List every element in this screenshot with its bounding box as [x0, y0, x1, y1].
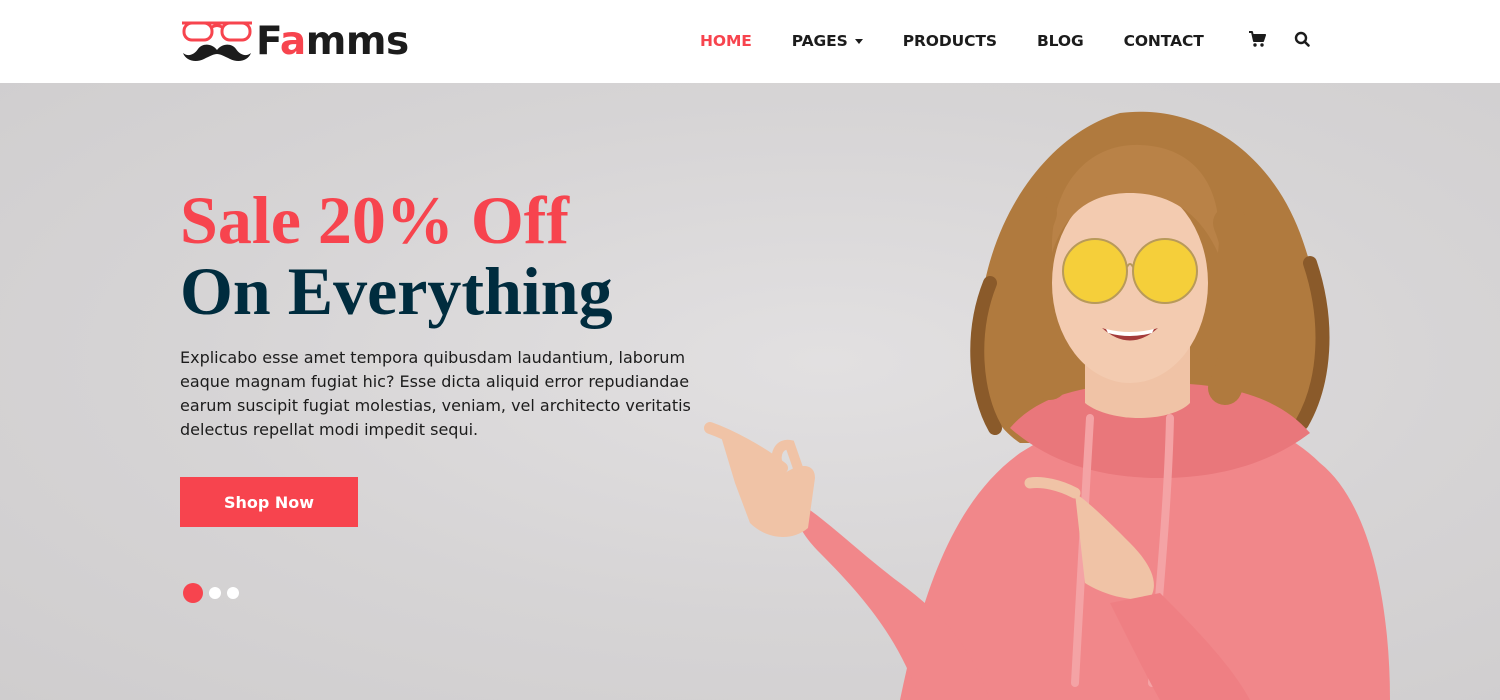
- brand-logo[interactable]: Famms: [180, 16, 440, 66]
- nav-products[interactable]: PRODUCTS: [903, 32, 997, 50]
- hero-title-sale: Sale 20% Off: [180, 182, 570, 258]
- search-icon[interactable]: [1294, 30, 1312, 53]
- shopping-cart-icon[interactable]: [1248, 30, 1266, 53]
- nav-pages[interactable]: PAGES: [792, 32, 863, 50]
- shop-now-button[interactable]: Shop Now: [180, 477, 358, 527]
- slider-indicators: [183, 583, 239, 603]
- nav-home[interactable]: HOME: [700, 32, 752, 50]
- brand-name: Famms: [256, 18, 409, 64]
- site-header: Famms HOME PAGES PRODUCTS BLOG CONTACT: [0, 0, 1500, 83]
- slider-dot-1[interactable]: [183, 583, 203, 603]
- main-nav: HOME PAGES PRODUCTS BLOG CONTACT: [700, 30, 1204, 52]
- slider-dot-3[interactable]: [227, 587, 239, 599]
- glasses-mustache-icon: [182, 21, 252, 61]
- hero-model-image: [704, 111, 1390, 700]
- hero-title-everything: On Everything: [180, 253, 613, 329]
- hero-slider: Sale 20% Off On Everything Explicabo ess…: [0, 83, 1500, 700]
- nav-blog[interactable]: BLOG: [1037, 32, 1084, 50]
- nav-pages-label: PAGES: [791, 32, 848, 50]
- caret-down-icon: [854, 38, 863, 44]
- nav-contact[interactable]: CONTACT: [1124, 32, 1204, 50]
- hero-description: Explicabo esse amet tempora quibusdam la…: [180, 348, 691, 439]
- slider-dot-2[interactable]: [209, 587, 221, 599]
